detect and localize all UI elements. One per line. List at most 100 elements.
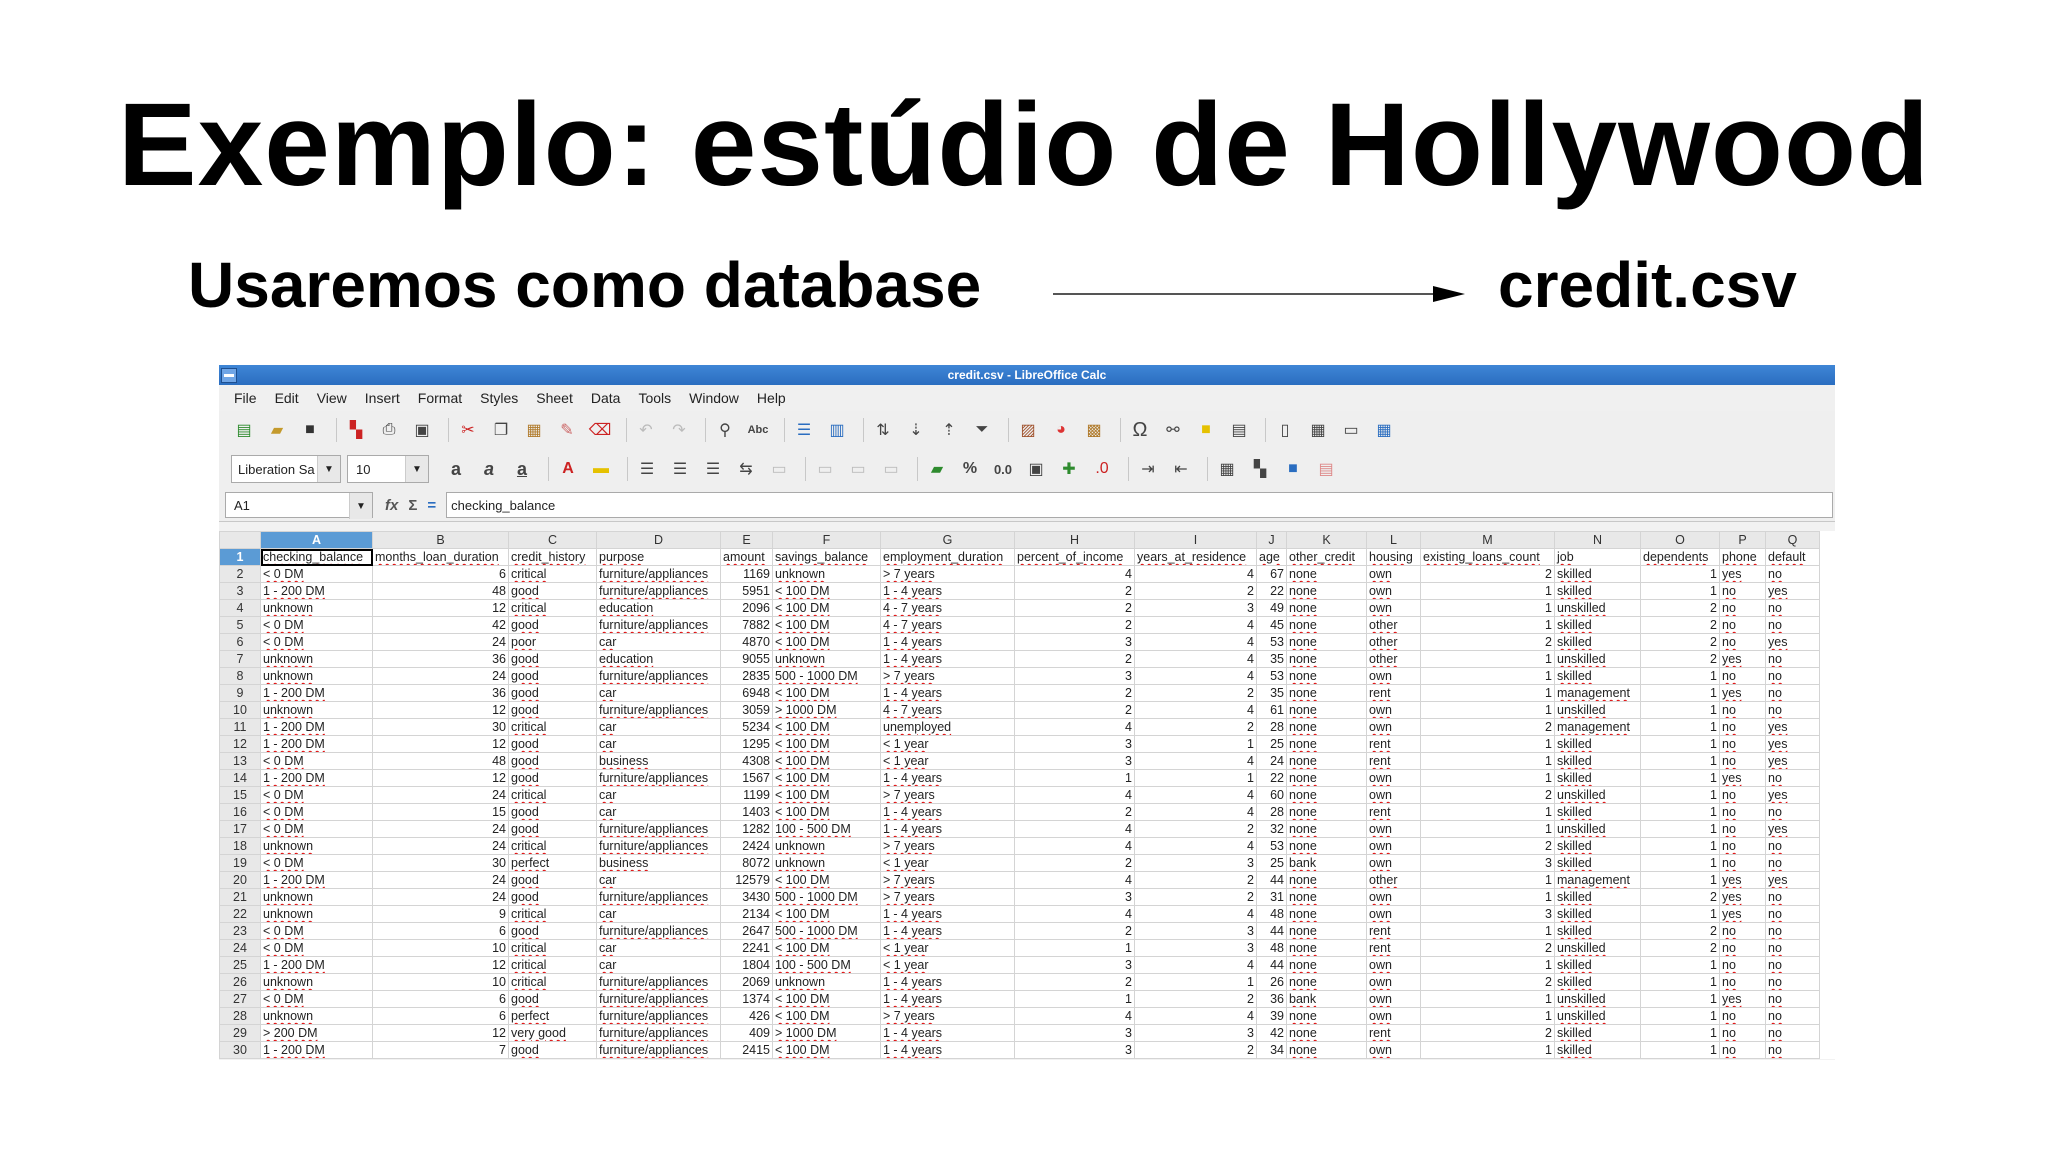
table-cell[interactable]: none [1286, 616, 1367, 634]
table-cell[interactable]: 1 - 200 DM [260, 1041, 373, 1059]
table-cell[interactable]: good [508, 752, 597, 770]
table-cell[interactable]: 3 [1134, 1024, 1257, 1042]
column-header[interactable]: G [880, 531, 1015, 549]
table-cell[interactable]: good [508, 871, 597, 889]
row-header[interactable]: 25 [219, 956, 261, 974]
table-cell[interactable]: no [1719, 803, 1766, 821]
menu-item[interactable]: Tools [629, 390, 680, 406]
table-cell[interactable]: 60 [1256, 786, 1287, 804]
table-cell[interactable]: 24 [372, 871, 509, 889]
table-cell[interactable]: good [508, 922, 597, 940]
column-header[interactable]: K [1286, 531, 1367, 549]
table-cell[interactable]: yes [1719, 650, 1766, 668]
table-cell[interactable]: own [1366, 701, 1421, 719]
table-cell[interactable]: 4 [1134, 701, 1257, 719]
table-cell[interactable]: 2 [1134, 820, 1257, 838]
header-cell[interactable]: default [1765, 548, 1820, 566]
row-header[interactable]: 10 [219, 701, 261, 719]
table-cell[interactable]: none [1286, 565, 1367, 583]
table-cell[interactable]: very good [508, 1024, 597, 1042]
sort-icon[interactable]: ⇅ [870, 417, 896, 443]
find-replace-icon[interactable]: ⚲ [712, 417, 738, 443]
table-cell[interactable]: < 100 DM [772, 718, 881, 736]
sort-descending-icon[interactable]: ⇡ [936, 417, 962, 443]
row-header[interactable]: 26 [219, 973, 261, 991]
table-cell[interactable]: 15 [372, 803, 509, 821]
table-cell[interactable]: 24 [372, 633, 509, 651]
table-cell[interactable]: unknown [772, 650, 881, 668]
table-cell[interactable]: good [508, 1041, 597, 1059]
table-cell[interactable]: rent [1366, 684, 1421, 702]
table-cell[interactable]: 4308 [720, 752, 773, 770]
table-cell[interactable]: 1 [1420, 616, 1555, 634]
table-cell[interactable]: furniture/appliances [596, 616, 721, 634]
row-header[interactable]: 12 [219, 735, 261, 753]
table-cell[interactable]: no [1765, 1041, 1820, 1059]
table-cell[interactable]: none [1286, 599, 1367, 617]
align-left-icon[interactable]: ☰ [634, 456, 660, 482]
table-cell[interactable]: 1 - 4 years [880, 905, 1015, 923]
table-cell[interactable]: < 0 DM [260, 922, 373, 940]
table-cell[interactable]: unskilled [1554, 701, 1641, 719]
table-cell[interactable]: no [1765, 922, 1820, 940]
column-header[interactable]: B [372, 531, 509, 549]
table-cell[interactable]: < 100 DM [772, 905, 881, 923]
table-cell[interactable]: 2424 [720, 837, 773, 855]
table-cell[interactable]: 500 - 1000 DM [772, 922, 881, 940]
table-cell[interactable]: 3 [1420, 854, 1555, 872]
table-cell[interactable]: good [508, 582, 597, 600]
table-cell[interactable]: furniture/appliances [596, 820, 721, 838]
table-cell[interactable]: 3059 [720, 701, 773, 719]
table-cell[interactable]: 1 [1640, 718, 1720, 736]
table-cell[interactable]: 2 [1134, 718, 1257, 736]
table-cell[interactable]: no [1719, 616, 1766, 634]
row-header[interactable]: 18 [219, 837, 261, 855]
table-cell[interactable]: > 7 years [880, 667, 1015, 685]
table-cell[interactable]: 1 [1640, 667, 1720, 685]
table-cell[interactable]: other [1366, 616, 1421, 634]
menu-item[interactable]: Window [680, 390, 748, 406]
table-cell[interactable]: business [596, 854, 721, 872]
table-cell[interactable]: own [1366, 599, 1421, 617]
align-top-icon[interactable]: ▭ [812, 456, 838, 482]
table-cell[interactable]: < 0 DM [260, 820, 373, 838]
insert-image-icon[interactable]: ▨ [1015, 417, 1041, 443]
table-cell[interactable]: < 100 DM [772, 735, 881, 753]
table-cell[interactable]: 3 [1134, 599, 1257, 617]
table-cell[interactable]: 4 [1134, 837, 1257, 855]
table-cell[interactable]: 44 [1256, 956, 1287, 974]
table-cell[interactable]: < 0 DM [260, 990, 373, 1008]
table-cell[interactable]: 8072 [720, 854, 773, 872]
column-header[interactable]: N [1554, 531, 1641, 549]
table-cell[interactable]: 4 [1134, 905, 1257, 923]
table-cell[interactable]: 1 [1640, 820, 1720, 838]
row-header[interactable]: 7 [219, 650, 261, 668]
column-header[interactable]: A [260, 531, 373, 549]
table-cell[interactable]: 61 [1256, 701, 1287, 719]
table-cell[interactable]: 24 [372, 888, 509, 906]
column-header[interactable]: P [1719, 531, 1766, 549]
row-header[interactable]: 28 [219, 1007, 261, 1025]
table-cell[interactable]: none [1286, 752, 1367, 770]
table-cell[interactable]: management [1554, 684, 1641, 702]
table-cell[interactable]: 6 [372, 990, 509, 1008]
table-cell[interactable]: own [1366, 990, 1421, 1008]
table-cell[interactable]: own [1366, 956, 1421, 974]
table-cell[interactable]: unknown [260, 701, 373, 719]
number-format-icon[interactable]: 0.0 [990, 456, 1016, 482]
table-cell[interactable]: 1 [1640, 990, 1720, 1008]
table-cell[interactable]: bank [1286, 854, 1367, 872]
table-cell[interactable]: < 0 DM [260, 803, 373, 821]
table-cell[interactable]: 1 [1420, 871, 1555, 889]
table-cell[interactable]: no [1719, 837, 1766, 855]
table-cell[interactable]: none [1286, 871, 1367, 889]
table-cell[interactable]: 2 [1014, 922, 1135, 940]
table-cell[interactable]: 1 [1640, 752, 1720, 770]
table-cell[interactable]: < 100 DM [772, 939, 881, 957]
table-cell[interactable]: own [1366, 718, 1421, 736]
table-cell[interactable]: 9055 [720, 650, 773, 668]
table-cell[interactable]: 30 [372, 854, 509, 872]
table-cell[interactable]: own [1366, 769, 1421, 787]
add-decimal-icon[interactable]: ✚ [1056, 456, 1082, 482]
print-icon[interactable]: ⎙ [376, 417, 402, 443]
